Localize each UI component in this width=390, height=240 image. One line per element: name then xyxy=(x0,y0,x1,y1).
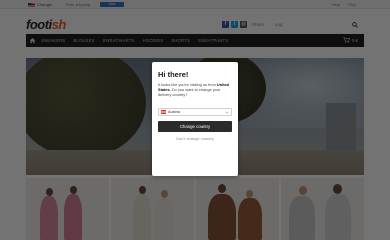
country-select-value: Austria xyxy=(168,110,180,114)
modal-message: It looks like you're visiting us from Un… xyxy=(158,82,234,98)
country-select[interactable]: Austria xyxy=(158,108,232,116)
change-country-button[interactable]: Change country xyxy=(158,121,232,132)
chevron-down-icon xyxy=(225,111,229,114)
austria-flag-icon xyxy=(161,110,166,114)
modal-title: Hi there! xyxy=(158,70,189,79)
dont-change-country-link[interactable]: Don't change country xyxy=(152,136,238,141)
country-redirect-modal: Hi there! It looks like you're visiting … xyxy=(152,62,238,176)
